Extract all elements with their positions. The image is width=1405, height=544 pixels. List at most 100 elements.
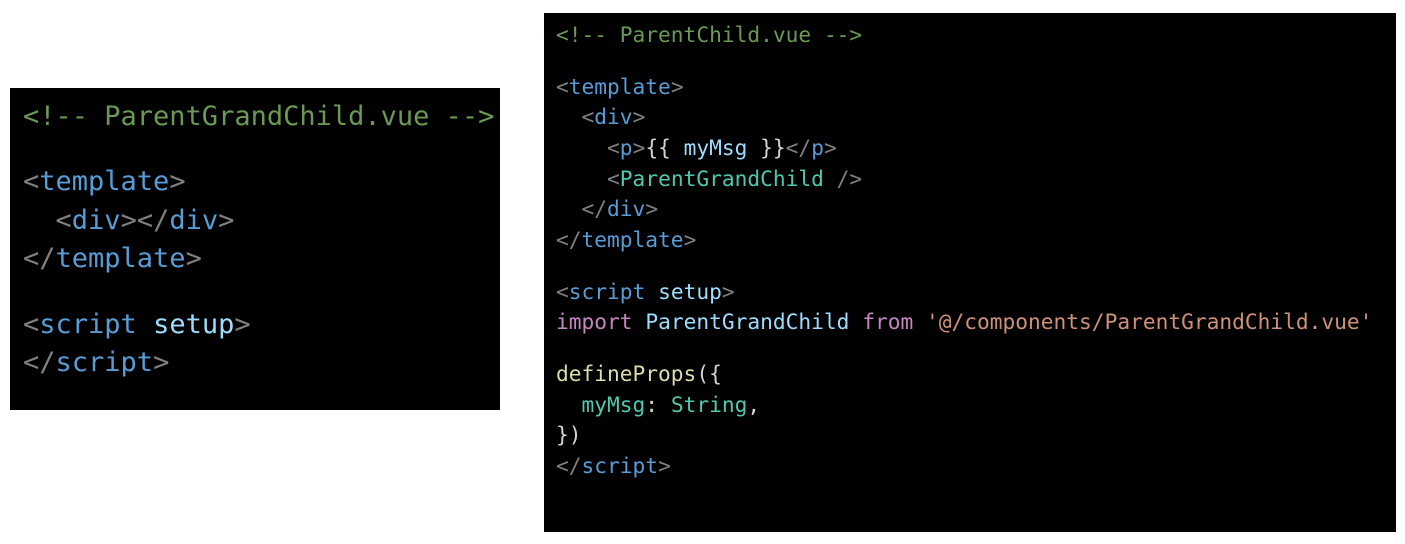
code-token-punct: >	[632, 134, 646, 160]
code-token-punct: >	[658, 452, 671, 478]
code-token-punct: >	[721, 278, 735, 304]
code-token-punct: <	[581, 104, 595, 130]
code-line: <!-- ParentChild.vue -->	[556, 20, 1396, 51]
code-token-comment: <!-- ParentChild.vue -->	[556, 22, 863, 47]
code-token-text: }}	[747, 134, 786, 160]
code-token-punct: <	[23, 308, 40, 340]
code-token-punct: </	[23, 243, 56, 275]
code-line: </script>	[23, 344, 500, 382]
code-token-punct: <	[556, 278, 569, 304]
code-token-punct: >	[683, 226, 697, 252]
code-token-keyword: from	[862, 309, 914, 335]
code-token-punct: </	[581, 196, 608, 222]
code-line: <ParentGrandChild />	[556, 164, 1396, 195]
code-line: </div>	[556, 194, 1396, 225]
code-token-punct: ></	[120, 204, 170, 236]
code-token-prop: myMsg	[581, 391, 646, 417]
code-token-tag: script	[55, 347, 154, 379]
code-panel-parent-child: <!-- ParentChild.vue --> <template> <div>…	[544, 13, 1396, 532]
code-token-ident: ParentGrandChild	[645, 309, 850, 335]
code-line: <template>	[556, 72, 1396, 103]
code-line: </template>	[556, 225, 1396, 256]
code-token-punct: </	[556, 452, 582, 478]
code-token-text: {{	[645, 134, 684, 160]
code-line: import ParentGrandChild from '@/componen…	[556, 307, 1396, 338]
code-token-tag: template	[581, 226, 684, 252]
code-line: </template>	[23, 240, 500, 278]
code-token-punct: <	[607, 165, 620, 191]
code-token-tag: template	[39, 166, 170, 198]
code-line: myMsg: String,	[556, 390, 1396, 421]
code-token-ident: myMsg	[683, 134, 748, 160]
code-token-punct: />	[836, 165, 863, 191]
code-token-tag: script	[39, 308, 137, 340]
code-token-attr: setup	[658, 278, 722, 304]
code-token-punct: <	[23, 166, 40, 198]
code-token-punct: >	[823, 134, 837, 160]
code-token-punct: </	[785, 134, 812, 160]
code-panel-parent-grand-child: <!-- ParentGrandChild.vue --> <template> …	[10, 88, 500, 410]
code-token-tag: div	[607, 196, 646, 222]
code-token-tag: div	[594, 104, 633, 130]
code-token-tag: div	[71, 204, 121, 236]
code-line: <script setup>	[23, 306, 500, 344]
code-line: <template>	[23, 163, 500, 201]
code-token-punct: >	[670, 73, 684, 99]
code-token-tag: p	[619, 134, 633, 160]
code-token-text: })	[556, 422, 582, 448]
code-token-text: ({	[696, 360, 722, 386]
code-line: defineProps({	[556, 359, 1396, 390]
code-token-attr: setup	[153, 308, 235, 340]
code-token-punct: >	[218, 204, 235, 236]
code-line: <!-- ParentGrandChild.vue -->	[23, 98, 500, 136]
code-line: })	[556, 420, 1396, 451]
code-token-comment: <!-- ParentGrandChild.vue -->	[23, 101, 495, 132]
code-line: </script>	[556, 451, 1396, 482]
code-token-tag: script	[581, 452, 659, 478]
code-line: <script setup>	[556, 277, 1396, 308]
code-token-type: String	[670, 391, 748, 417]
code-line: <div></div>	[23, 202, 500, 240]
code-token-punct: >	[632, 104, 646, 130]
code-token-punct: </	[23, 347, 56, 379]
code-token-tag: template	[55, 243, 186, 275]
code-line: <p>{{ myMsg }}</p>	[556, 133, 1396, 164]
code-token-text: ,	[747, 391, 761, 417]
code-token-tag: div	[169, 204, 219, 236]
code-token-punct: <	[607, 134, 620, 160]
code-line: <div>	[556, 102, 1396, 133]
code-token-punct: >	[185, 243, 202, 275]
code-token-tag: template	[568, 73, 671, 99]
code-token-punct: >	[153, 347, 170, 379]
code-token-punct: </	[556, 226, 582, 252]
code-token-punct: >	[169, 166, 186, 198]
code-token-tag: p	[811, 134, 824, 160]
code-token-punct: >	[234, 308, 251, 340]
code-token-comp: ParentGrandChild	[619, 165, 824, 191]
code-token-punct: <	[55, 204, 72, 236]
code-token-punct: <	[556, 73, 569, 99]
code-token-text: :	[645, 391, 671, 417]
code-token-tag: script	[568, 278, 646, 304]
code-token-func: defineProps	[556, 360, 697, 386]
code-token-keyword: import	[556, 309, 633, 335]
code-token-string: '@/components/ParentGrandChild.vue'	[925, 309, 1373, 335]
code-token-punct: >	[645, 196, 659, 222]
